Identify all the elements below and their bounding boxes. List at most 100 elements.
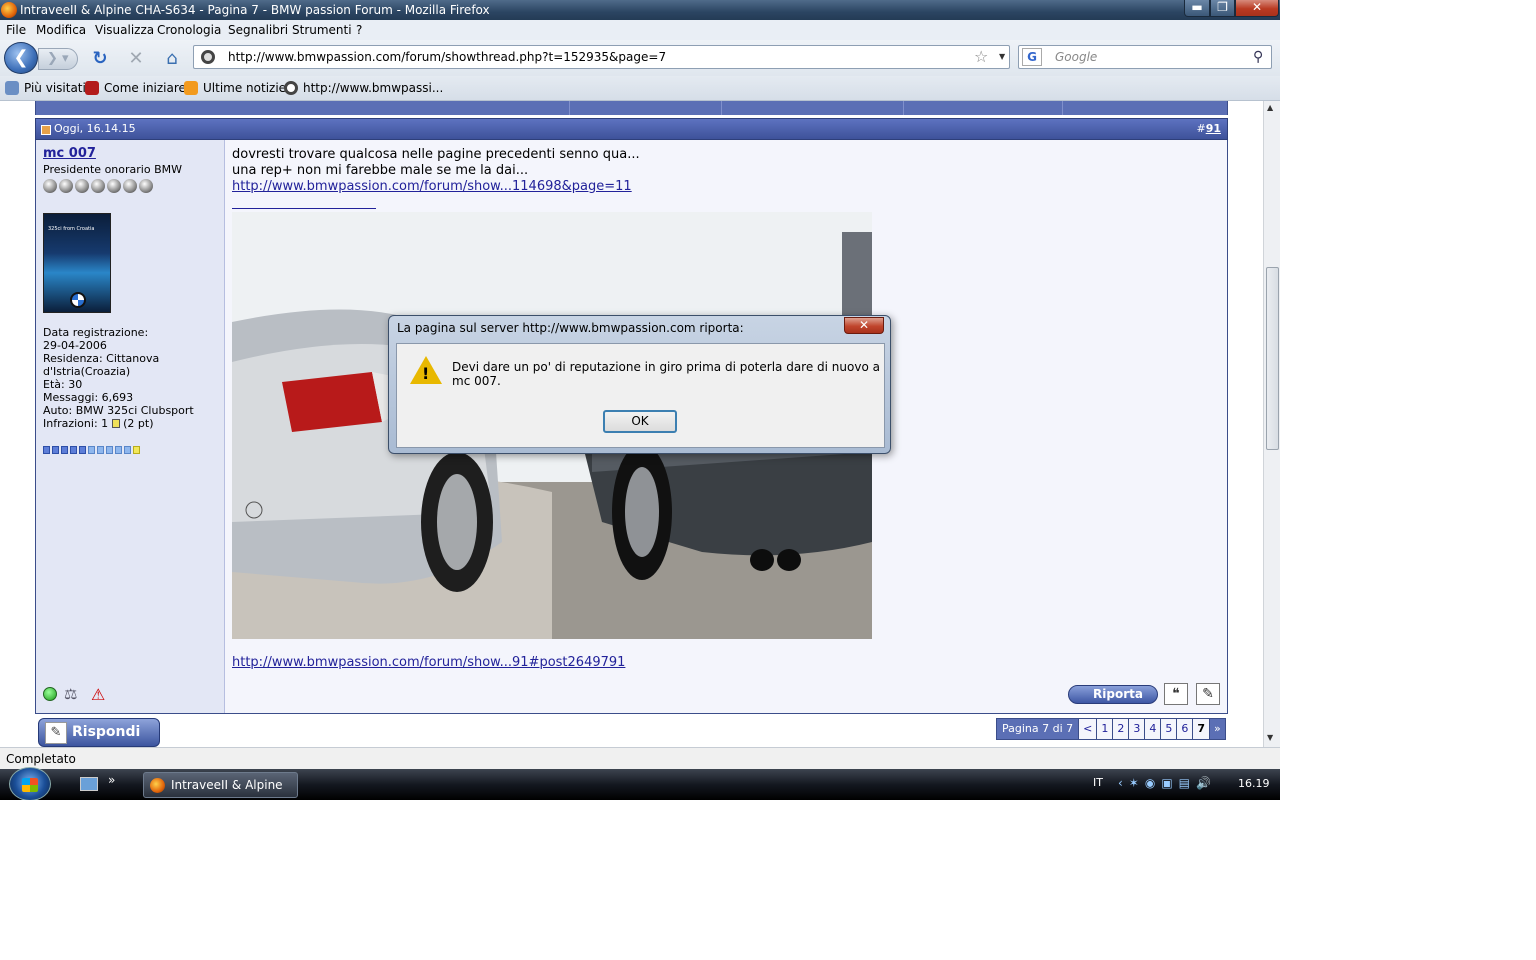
bookmark-bmwpassion[interactable]: http://www.bmwpassi... [284, 76, 443, 101]
scroll-thumb[interactable] [1266, 267, 1279, 450]
close-window-button[interactable]: ✕ [1235, 0, 1279, 17]
language-indicator[interactable]: IT [1093, 776, 1103, 789]
page-link-5[interactable]: 5 [1161, 719, 1178, 739]
username-link[interactable]: mc 007 [43, 146, 96, 161]
post-icon [41, 125, 51, 135]
start-button[interactable] [9, 767, 51, 800]
warning-icon: ! [410, 356, 442, 384]
forward-arrow-icon: ❯ ▾ [47, 51, 69, 66]
post-message: dovresti trovare qualcosa nelle pagine p… [232, 147, 640, 194]
stop-button[interactable]: ✕ [126, 49, 146, 69]
add-reputation-icon[interactable]: ⚖ [64, 685, 84, 703]
reload-icon: ↻ [92, 48, 108, 69]
system-tray-icons[interactable]: ‹✶◉▣▤🔊 [1118, 776, 1217, 790]
search-placeholder[interactable]: Google [1055, 46, 1097, 68]
quick-launch-more[interactable]: » [108, 773, 115, 787]
menu-modifica[interactable]: Modifica [36, 20, 86, 40]
vertical-scrollbar[interactable]: ▲ ▼ [1263, 101, 1280, 747]
rss-feed-icon [184, 81, 198, 95]
menu-cronologia[interactable]: Cronologia [157, 20, 221, 40]
menu-help[interactable]: ? [356, 20, 362, 40]
report-button[interactable]: Riporta [1068, 685, 1158, 704]
home-icon: ⌂ [166, 48, 178, 69]
user-info: Data registrazione: 29-04-2006 Residenza… [43, 326, 194, 430]
post-number: #91 [1196, 122, 1221, 135]
back-button[interactable]: ❮ [4, 42, 38, 74]
dialog-close-button[interactable]: ✕ [844, 317, 884, 334]
post-footer-line [35, 713, 1228, 714]
reply-button[interactable]: ✎ Rispondi [38, 718, 160, 747]
rank-icons [43, 179, 155, 196]
bookmark-ultime-notizie[interactable]: Ultime notizie [184, 76, 286, 101]
google-engine-icon[interactable]: G [1022, 48, 1042, 66]
reload-button[interactable]: ↻ [90, 49, 110, 69]
title-bar: IntraveeII & Alpine CHA-S634 - Pagina 7 … [0, 0, 1280, 20]
menu-bar: File Modifica Visualizza Cronologia Segn… [0, 20, 1280, 56]
page-label: Pagina 7 di 7 [997, 719, 1080, 739]
most-visited-icon [5, 81, 19, 95]
firefox-icon [1, 2, 17, 18]
maximize-button[interactable]: ❐ [1210, 0, 1235, 17]
infraction-icon [111, 419, 120, 428]
page-menu-button[interactable]: » [1210, 719, 1225, 739]
bookmark-piu-visitati[interactable]: Più visitati [5, 76, 86, 101]
post-link-2[interactable]: http://www.bmwpassion.com/forum/show...9… [232, 655, 625, 670]
prev-page-link[interactable]: < [1079, 719, 1098, 739]
page-link-2[interactable]: 2 [1113, 719, 1130, 739]
menu-visualizza[interactable]: Visualizza [95, 20, 154, 40]
dialog-message: Devi dare un po' di reputazione in giro … [452, 360, 880, 388]
windows-logo-icon [22, 778, 38, 792]
alert-dialog: La pagina sul server http://www.bmwpassi… [388, 315, 891, 454]
search-icon[interactable]: ⚲ [1253, 47, 1263, 67]
report-warning-icon[interactable]: ⚠ [91, 685, 109, 704]
signature-divider [232, 208, 376, 209]
infractions: Infrazioni: 1 (2 pt) [43, 417, 154, 430]
bmw-logo-icon [70, 292, 86, 308]
home-button[interactable]: ⌂ [162, 49, 182, 69]
site-icon [284, 81, 298, 95]
avatar[interactable]: 325ci from Croatia [43, 213, 111, 313]
reputation-bar [43, 443, 142, 457]
url-text[interactable]: http://www.bmwpassion.com/forum/showthre… [228, 46, 666, 68]
search-box[interactable]: G Google ⚲ [1018, 45, 1272, 69]
bookmark-star-icon[interactable]: ☆ [974, 47, 988, 67]
firefox-icon [150, 778, 165, 793]
menu-file[interactable]: File [6, 20, 26, 40]
page-link-4[interactable]: 4 [1145, 719, 1162, 739]
status-bar: Completato [0, 747, 1280, 769]
ok-button[interactable]: OK [603, 410, 677, 433]
show-desktop-icon[interactable] [80, 777, 98, 791]
stop-icon: ✕ [128, 48, 144, 69]
avatar-caption: 325ci from Croatia [48, 226, 95, 232]
menu-strumenti[interactable]: Strumenti [292, 20, 352, 40]
menu-segnalibri[interactable]: Segnalibri [228, 20, 288, 40]
forward-button[interactable]: ❯ ▾ [38, 48, 78, 70]
page-link-3[interactable]: 3 [1129, 719, 1146, 739]
page-link-6[interactable]: 6 [1177, 719, 1194, 739]
screen: IntraveeII & Alpine CHA-S634 - Pagina 7 … [0, 0, 1280, 800]
back-arrow-icon: ❮ [13, 47, 29, 68]
online-status-icon [43, 687, 57, 701]
post-header: Oggi, 16.14.15 #91 [35, 118, 1228, 140]
url-bar[interactable]: http://www.bmwpassion.com/forum/showthre… [193, 45, 1010, 69]
bookmark-come-iniziare[interactable]: Come iniziare [85, 76, 186, 101]
user-title: Presidente onorario BMW [43, 163, 182, 176]
minimize-button[interactable]: ▬ [1184, 0, 1210, 17]
quote-button[interactable]: ❝ [1164, 683, 1188, 705]
taskbar: » IntraveeII & Alpine ... IT ‹✶◉▣▤🔊 16.1… [0, 767, 1280, 800]
user-panel: mc 007 Presidente onorario BMW 325ci fro… [35, 140, 225, 714]
clock[interactable]: 16.19 [1238, 777, 1270, 790]
taskbar-firefox-task[interactable]: IntraveeII & Alpine ... [143, 772, 298, 798]
scroll-down-icon[interactable]: ▼ [1267, 733, 1273, 742]
post-number-link[interactable]: 91 [1206, 122, 1221, 135]
page-link-1[interactable]: 1 [1097, 719, 1114, 739]
url-dropdown-icon[interactable]: ▼ [999, 46, 1005, 68]
site-identity-icon[interactable] [201, 50, 215, 64]
dialog-title: La pagina sul server http://www.bmwpassi… [397, 321, 744, 335]
getting-started-icon [85, 81, 99, 95]
post-link-1[interactable]: http://www.bmwpassion.com/forum/show...1… [232, 179, 632, 194]
edit-icon: ✎ [1202, 686, 1214, 702]
quick-reply-button[interactable]: ✎ [1196, 683, 1220, 705]
scroll-up-icon[interactable]: ▲ [1267, 103, 1273, 112]
pencil-icon: ✎ [45, 722, 67, 744]
